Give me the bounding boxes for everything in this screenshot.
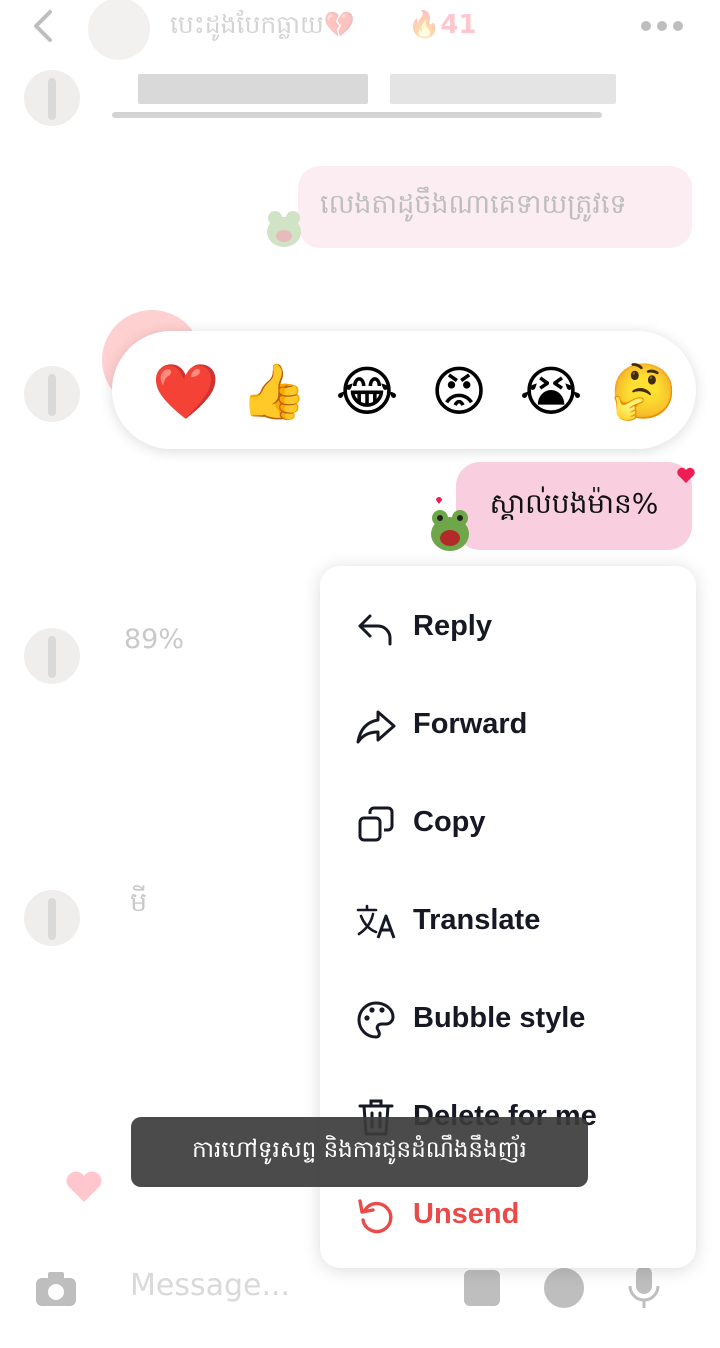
menu-item-translate[interactable]: Translate	[320, 868, 696, 966]
sticker-icon[interactable]	[542, 1266, 586, 1310]
outgoing-message-bubble[interactable]: លេងតាដូចឹងណាគេទាយត្រូវទេ	[298, 166, 692, 248]
avatar	[24, 366, 80, 422]
selected-message-text: ស្គាល់បងម៉ាន%	[489, 486, 659, 520]
reaction-thinking-icon[interactable]: 🤔	[610, 359, 677, 425]
fire-icon: 🔥	[408, 10, 441, 40]
reply-icon	[358, 614, 392, 646]
palette-icon	[357, 1001, 395, 1039]
menu-item-bubble-style[interactable]: Bubble style	[320, 966, 696, 1064]
back-arrow-icon[interactable]	[24, 6, 64, 46]
reaction-angry-icon[interactable]: 😡	[426, 359, 492, 425]
chat-header: បេះដូងបែកធ្លាយ💔 🔥41	[0, 0, 720, 60]
menu-item-reply[interactable]: Reply	[320, 574, 696, 672]
contact-name[interactable]: បេះដូងបែកធ្លាយ💔	[170, 10, 355, 46]
heart-icon[interactable]	[64, 1168, 104, 1204]
avatar	[24, 628, 80, 684]
menu-item-label: Unsend	[413, 1198, 520, 1230]
menu-item-label: Translate	[413, 904, 541, 936]
message-text: លេងតាដូចឹងណាគេទាយត្រូវទេ	[320, 188, 627, 220]
chat-screen: បេះដូងបែកធ្លាយ💔 🔥41 លេងតាដូចឹងណាគេទាយត្រ…	[0, 0, 720, 1348]
undo-icon	[358, 1199, 393, 1234]
more-options-icon[interactable]	[640, 20, 684, 32]
streak-count: 41	[440, 10, 477, 40]
camera-icon[interactable]	[34, 1270, 78, 1308]
shared-media-preview	[112, 74, 616, 124]
incoming-message-text[interactable]: មី	[130, 886, 147, 925]
avatar	[24, 70, 80, 126]
copy-icon	[358, 806, 394, 842]
incoming-message-text[interactable]: 89%	[124, 624, 184, 655]
avatar	[24, 890, 80, 946]
menu-item-label: Copy	[413, 806, 486, 838]
reaction-picker: ❤️ 👍 😂 😡 😭 🤔	[112, 331, 696, 449]
heart-badge-icon	[677, 467, 695, 483]
reaction-laughing-icon[interactable]: 😂	[334, 359, 400, 425]
reaction-thumbs-up-icon[interactable]: 👍	[240, 359, 307, 425]
menu-item-copy[interactable]: Copy	[320, 770, 696, 868]
contact-avatar[interactable]	[88, 0, 150, 60]
toast-notification: ការហៅទូរសព្ទ និងការជូនដំណឹងនឹងញ័រ	[131, 1117, 588, 1187]
translate-icon	[356, 904, 396, 939]
menu-item-label: Bubble style	[413, 1002, 586, 1034]
selected-message-bubble[interactable]: ស្គាល់បងម៉ាន%	[456, 462, 692, 550]
frog-sticker-icon	[267, 211, 301, 247]
forward-icon	[356, 710, 396, 744]
microphone-icon[interactable]	[626, 1264, 662, 1310]
frog-sticker-icon	[431, 497, 469, 551]
message-input[interactable]: Message...	[130, 1268, 290, 1303]
toast-text: ការហៅទូរសព្ទ និងការជូនដំណឹងនឹងញ័រ	[192, 1136, 527, 1163]
menu-item-label: Forward	[413, 708, 528, 740]
reaction-heart-icon[interactable]: ❤️	[152, 359, 219, 425]
menu-item-label: Reply	[413, 610, 492, 642]
streak-counter: 🔥41	[408, 10, 477, 40]
reaction-crying-icon[interactable]: 😭	[518, 359, 584, 425]
menu-item-forward[interactable]: Forward	[320, 672, 696, 770]
gallery-icon[interactable]	[462, 1268, 506, 1310]
